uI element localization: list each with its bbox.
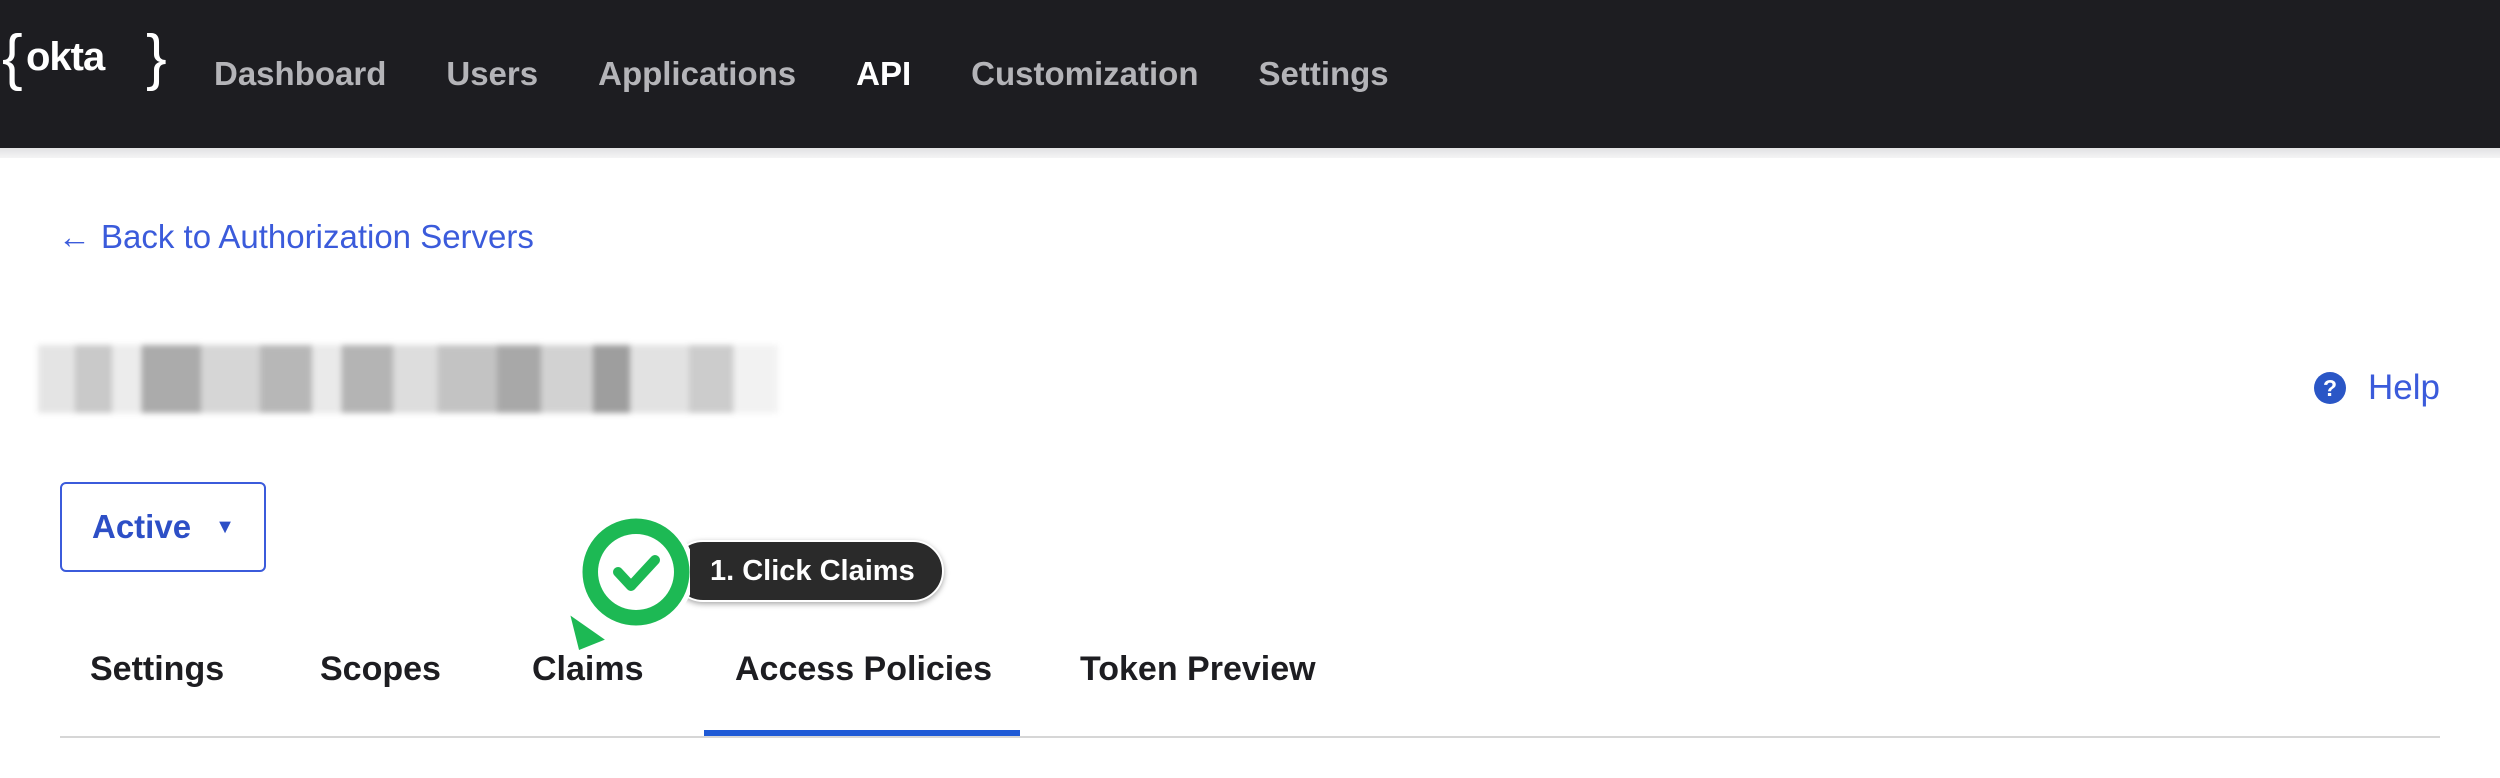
back-link-label: Back to Authorization Servers (101, 218, 534, 255)
arrow-left-icon: ← (58, 218, 91, 255)
main-nav: Dashboard Users Applications API Customi… (214, 0, 1449, 148)
check-icon (565, 513, 690, 654)
help-link[interactable]: ? Help (2314, 368, 2440, 408)
nav-dashboard[interactable]: Dashboard (214, 55, 386, 93)
tabs-divider (60, 736, 2440, 738)
logo-brace-left: { (2, 23, 23, 92)
back-to-authorization-servers-link[interactable]: ← Back to Authorization Servers (58, 218, 534, 256)
logo-wordmark: okta (26, 35, 105, 79)
tab-access-policies[interactable]: Access Policies (735, 650, 992, 689)
callout-text: 1. Click Claims (710, 554, 915, 587)
caret-down-icon: ▼ (215, 515, 235, 538)
tab-claims[interactable]: Claims (532, 650, 644, 689)
status-value: Active (92, 508, 192, 545)
help-icon: ? (2314, 372, 2346, 404)
header-divider (0, 148, 2500, 158)
callout-label: 1. Click Claims (672, 540, 944, 602)
nav-customization[interactable]: Customization (971, 55, 1198, 93)
logo-brace-right: } (146, 23, 167, 92)
tab-scopes[interactable]: Scopes (320, 650, 441, 689)
top-nav-bar: { okta } Dashboard Users Applications AP… (0, 0, 2500, 148)
status-dropdown[interactable]: Active ▼ (60, 482, 266, 572)
help-label: Help (2368, 368, 2440, 407)
redacted-server-name (38, 318, 778, 440)
tab-token-preview[interactable]: Token Preview (1080, 650, 1316, 689)
nav-settings[interactable]: Settings (1258, 55, 1388, 93)
nav-applications[interactable]: Applications (598, 55, 796, 93)
nav-users[interactable]: Users (446, 55, 538, 93)
nav-api[interactable]: API (856, 55, 911, 93)
tab-settings[interactable]: Settings (90, 650, 224, 689)
